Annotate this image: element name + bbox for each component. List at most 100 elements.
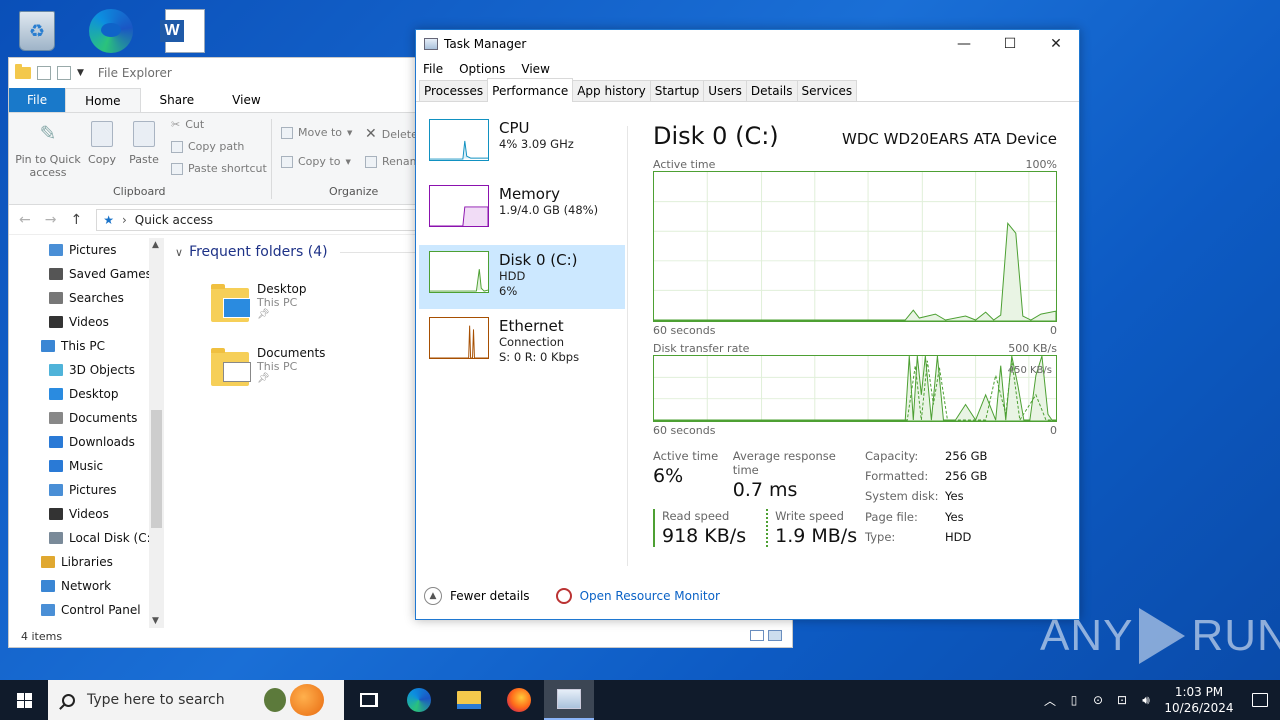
task-view-icon — [360, 693, 378, 707]
tab-share[interactable]: Share — [141, 88, 214, 112]
sidebar-item-libraries[interactable]: Libraries — [9, 550, 164, 574]
details-view-icon[interactable] — [750, 630, 764, 641]
chevron-up-icon[interactable]: ▲ — [424, 587, 442, 605]
volume-icon[interactable]: 🔊︎ — [1134, 680, 1158, 720]
paste-shortcut-button[interactable]: Paste shortcut — [171, 162, 267, 175]
edge-desktop-icon[interactable] — [86, 6, 136, 56]
maximize-button[interactable]: ☐ — [987, 30, 1033, 58]
frequent-folders-header[interactable]: ∨ Frequent folders (4) — [175, 244, 421, 260]
scroll-up-icon[interactable]: ▲ — [152, 240, 159, 250]
chevron-up-icon[interactable]: ︿ — [1038, 680, 1062, 720]
menu-view[interactable]: View — [521, 62, 549, 76]
sidebar-item-pictures[interactable]: Pictures — [9, 478, 164, 502]
minimize-button[interactable]: — — [941, 30, 987, 58]
music-icon — [49, 460, 63, 472]
tab-home[interactable]: Home — [65, 88, 141, 112]
search-placeholder: Type here to search — [87, 692, 225, 708]
move-to-button[interactable]: Move to ▼ — [281, 126, 352, 139]
tab-details[interactable]: Details — [745, 80, 798, 101]
folder-tile-desktop[interactable]: Desktop This PC 📌︎ — [211, 282, 307, 322]
forward-arrow-icon[interactable]: → — [45, 212, 57, 228]
resource-memory[interactable]: Memory 1.9/4.0 GB (48%) — [419, 179, 625, 243]
task-view-button[interactable] — [344, 680, 394, 720]
sidebar-item-documents[interactable]: Documents — [9, 406, 164, 430]
sidebar-item-label: This PC — [61, 339, 105, 353]
properties-icon[interactable] — [37, 66, 51, 80]
copy-button[interactable]: Copy — [87, 121, 117, 166]
transfer-graph-label: Disk transfer rate — [653, 342, 750, 355]
notifications-button[interactable] — [1240, 680, 1280, 720]
tablet-icon[interactable]: ▯ — [1062, 680, 1086, 720]
taskbar-file-explorer[interactable] — [444, 680, 494, 720]
sidebar-item-label: Videos — [69, 315, 109, 329]
cut-button[interactable]: ✂ Cut — [171, 118, 204, 131]
resource-ethernet[interactable]: Ethernet Connection S: 0 R: 0 Kbps — [419, 311, 625, 375]
back-arrow-icon[interactable]: ← — [19, 212, 31, 228]
tab-app-history[interactable]: App history — [572, 80, 651, 101]
resource-cpu[interactable]: CPU 4% 3.09 GHz — [419, 113, 625, 177]
chevron-down-icon: ∨ — [175, 245, 184, 259]
sidebar-item-videos[interactable]: Videos — [9, 502, 164, 526]
disk-device: WDC WD20EARS ATA Device — [842, 130, 1057, 148]
sidebar-item-downloads[interactable]: Downloads — [9, 430, 164, 454]
sidebar-item-label: Saved Games — [69, 267, 152, 281]
sidebar-item-saved-games[interactable]: Saved Games — [9, 262, 164, 286]
open-resource-monitor-link[interactable]: Open Resource Monitor — [580, 589, 720, 603]
word-desktop-icon[interactable] — [160, 6, 210, 56]
scroll-thumb[interactable] — [151, 410, 162, 528]
folder-location: This PC — [257, 360, 298, 373]
paste-button[interactable]: Paste — [127, 121, 161, 166]
menu-options[interactable]: Options — [459, 62, 505, 76]
menu-file[interactable]: File — [423, 62, 443, 76]
sidebar-item-music[interactable]: Music — [9, 454, 164, 478]
taskbar-search[interactable]: Type here to search — [48, 680, 344, 720]
tab-processes[interactable]: Processes — [419, 80, 489, 101]
clock[interactable]: 1:03 PM 10/26/2024 — [1164, 684, 1234, 716]
tab-services[interactable]: Services — [796, 80, 858, 101]
sidebar-item-3d-objects[interactable]: 3D Objects — [9, 358, 164, 382]
resource-disk[interactable]: Disk 0 (C:) HDD 6% — [419, 245, 625, 309]
sidebar-item-pictures[interactable]: Pictures — [9, 238, 164, 262]
recycle-bin-icon[interactable] — [12, 6, 62, 56]
copy-path-button[interactable]: Copy path — [171, 140, 244, 153]
nav-list: Pictures Saved Games Searches Videos This PC… — [9, 238, 164, 622]
pin-quick-access-button[interactable]: ✎ Pin to Quick access — [13, 121, 83, 179]
move-to-label: Move to — [298, 126, 343, 139]
new-folder-icon[interactable] — [57, 66, 71, 80]
large-icons-view-icon[interactable] — [768, 630, 782, 641]
firefox-icon — [507, 688, 531, 712]
network-icon[interactable]: ⊡ — [1110, 680, 1134, 720]
play-logo-icon — [1139, 608, 1186, 664]
start-button[interactable] — [0, 680, 48, 720]
sidebar-item-control-panel[interactable]: Control Panel — [9, 598, 164, 622]
close-button[interactable]: ✕ — [1033, 30, 1079, 58]
nav-scrollbar[interactable]: ▲ ▼ — [149, 238, 164, 628]
documents-icon — [49, 412, 63, 424]
videos-icon — [49, 508, 63, 520]
sidebar-item-searches[interactable]: Searches — [9, 286, 164, 310]
tab-performance[interactable]: Performance — [487, 78, 574, 102]
tab-view[interactable]: View — [213, 88, 279, 112]
sidebar-item-videos[interactable]: Videos — [9, 310, 164, 334]
copy-to-button[interactable]: Copy to ▼ — [281, 155, 351, 168]
sidebar-item-network[interactable]: Network — [9, 574, 164, 598]
prop-value: 256 GB — [945, 449, 988, 463]
meet-now-icon[interactable]: ⊙ — [1086, 680, 1110, 720]
folder-tile-documents[interactable]: Documents This PC 📌︎ — [211, 346, 325, 386]
chevron-down-icon[interactable]: ▼ — [77, 68, 84, 78]
taskbar-task-manager[interactable] — [544, 680, 594, 720]
delete-button[interactable]: ✕ Delete — [365, 126, 418, 142]
scroll-down-icon[interactable]: ▼ — [152, 616, 159, 626]
up-arrow-icon[interactable]: ↑ — [70, 212, 82, 228]
fewer-details-button[interactable]: Fewer details — [450, 589, 530, 603]
tab-file[interactable]: File — [9, 88, 66, 112]
tab-users[interactable]: Users — [703, 80, 747, 101]
tab-startup[interactable]: Startup — [649, 80, 705, 101]
sidebar-item-local-disk-c[interactable]: Local Disk (C:) — [9, 526, 164, 550]
sidebar-item-label: Videos — [69, 507, 109, 521]
taskbar-edge[interactable] — [394, 680, 444, 720]
taskbar-firefox[interactable] — [494, 680, 544, 720]
sidebar-item-desktop[interactable]: Desktop — [9, 382, 164, 406]
paste-shortcut-label: Paste shortcut — [188, 162, 267, 175]
sidebar-item-this-pc[interactable]: This PC — [9, 334, 164, 358]
